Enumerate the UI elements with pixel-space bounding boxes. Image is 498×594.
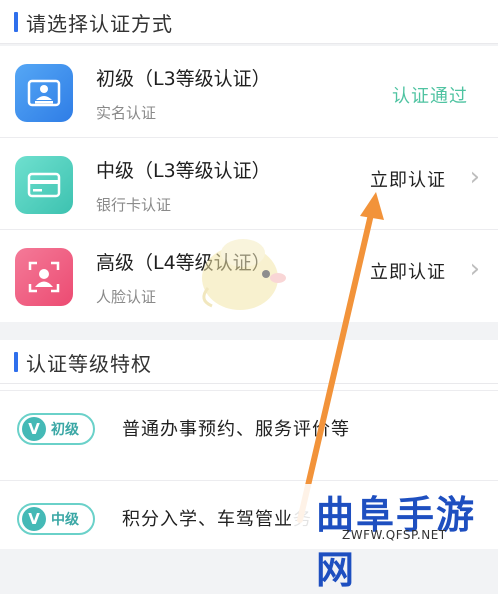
perks-section-title: 认证等级特权 bbox=[26, 352, 152, 376]
level-badge-basic: V 初级 bbox=[17, 413, 95, 445]
face-scan-icon bbox=[15, 248, 73, 306]
chevron-right-icon: › bbox=[469, 162, 480, 192]
perks-section-header: 认证等级特权 bbox=[0, 340, 498, 384]
bank-card-icon bbox=[15, 156, 73, 214]
auth-option-subtitle: 人脸认证 bbox=[96, 288, 157, 306]
chevron-right-icon: › bbox=[469, 254, 480, 284]
mascot-watermark-icon bbox=[202, 239, 286, 310]
auth-option-subtitle: 银行卡认证 bbox=[96, 196, 172, 214]
verify-now-button[interactable]: 立即认证 bbox=[370, 166, 446, 192]
section-accent-bar bbox=[14, 12, 18, 32]
auth-option-title: 中级（L3等级认证） bbox=[96, 160, 271, 182]
perk-description: 普通办事预约、服务评价等 bbox=[122, 419, 350, 440]
watermark-url: ZWFW.QFSP.NET bbox=[342, 528, 447, 542]
auth-option-subtitle: 实名认证 bbox=[96, 104, 157, 122]
auth-option-title: 初级（L3等级认证） bbox=[96, 68, 271, 90]
site-watermark: 曲阜手游网 ZWFW.QFSP.NET bbox=[294, 484, 494, 592]
id-card-icon bbox=[15, 64, 73, 122]
badge-v-icon: V bbox=[22, 507, 46, 531]
badge-v-icon: V bbox=[22, 417, 46, 441]
section-accent-bar bbox=[14, 352, 18, 372]
auth-section-header: 请选择认证方式 bbox=[0, 0, 498, 44]
verify-now-button[interactable]: 立即认证 bbox=[370, 258, 446, 284]
auth-option-basic[interactable]: 初级（L3等级认证） 实名认证 认证通过 bbox=[0, 46, 498, 138]
auth-status-passed: 认证通过 bbox=[392, 86, 468, 107]
perk-description: 积分入学、车驾管业务 bbox=[122, 509, 312, 530]
badge-level-label: 中级 bbox=[51, 512, 79, 528]
level-badge-intermediate: V 中级 bbox=[17, 503, 95, 535]
auth-option-intermediate[interactable]: 中级（L3等级认证） 银行卡认证 立即认证 › bbox=[0, 138, 498, 230]
badge-level-label: 初级 bbox=[51, 422, 79, 438]
auth-section-title: 请选择认证方式 bbox=[26, 12, 173, 36]
perk-row-basic: V 初级 普通办事预约、服务评价等 bbox=[0, 390, 498, 480]
